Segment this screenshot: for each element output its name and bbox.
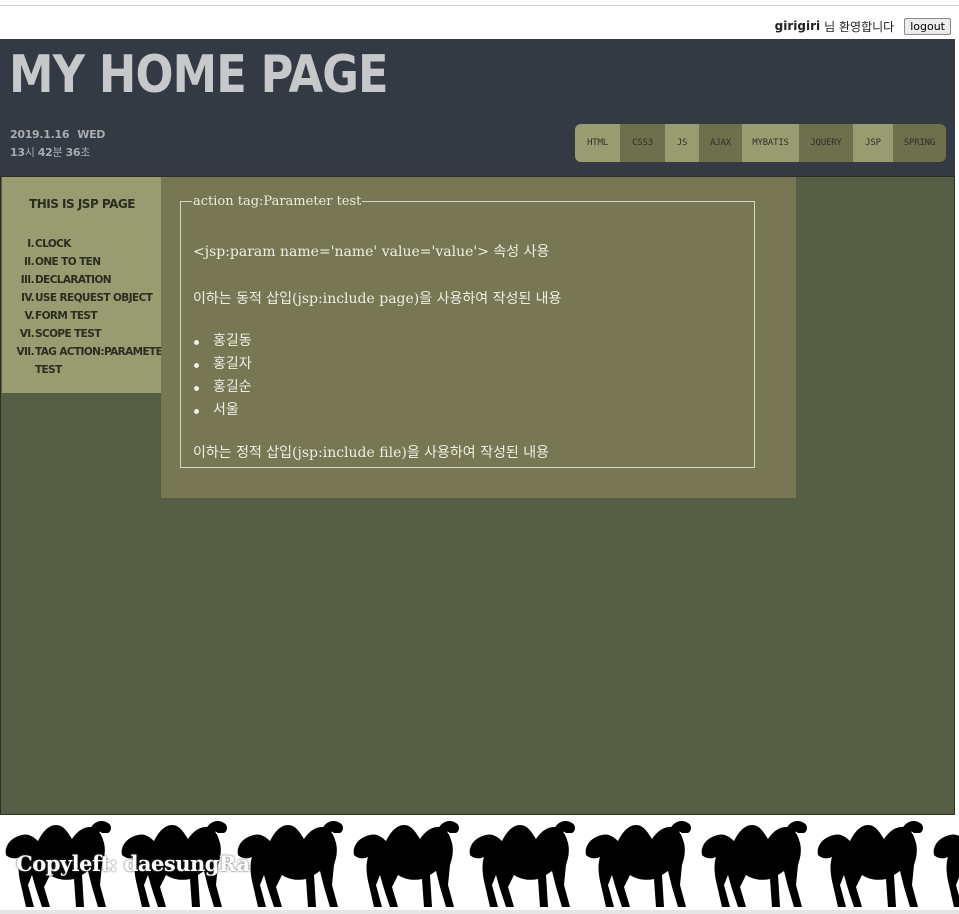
list-item: 홍길자 [193,353,744,376]
copyleft-text: Copyleft: daesungRa [16,851,250,876]
minute-unit: 분 [52,146,63,159]
sidebar-item-one-to-ten[interactable]: II. ONE TO TEN [2,253,162,271]
time-line: 13시 42분 36초 [10,144,105,160]
sidebar-item-number: III. [20,274,35,286]
date-value: 2019.1.16 [10,128,70,141]
sidebar-item-number [2,361,34,379]
sidebar: THIS IS JSP PAGE I. CLOCK II. ONE TO TEN I… [2,177,170,393]
site-title: MY HOME PAGE [9,45,389,105]
sidebar-item-label: DECLARATION [35,274,112,286]
sidebar-item-label: ONE TO TEN [35,256,101,268]
user-name: girigiri [774,19,821,33]
name-list: 홍길동 홍길자 홍길순 서울 [193,330,744,422]
sidebar-item-number: VI. [19,328,35,340]
page-footer: Copyleft: daesungRa [0,815,959,910]
sidebar-item-label: USE REQUEST OBJECT [35,292,153,304]
sidebar-item-tag-action-parameter-cont[interactable]: TEST [2,361,162,379]
sidebar-item-number: II. [23,256,35,268]
sidebar-item-label: CLOCK [35,238,71,250]
sidebar-item-form-test[interactable]: V. FORM TEST [2,307,162,325]
content-panel: action tag:Parameter test <jsp:param nam… [161,177,796,498]
page-header: MY HOME PAGE 2019.1.16 WED 13시 42분 36초 HT… [0,39,955,176]
fieldset-body: <jsp:param name='name' value='value'> 속성… [193,241,744,462]
sidebar-item-label: FORM TEST [35,310,98,322]
weekday-value: WED [77,128,106,141]
sidebar-item-clock[interactable]: I. CLOCK [2,235,162,253]
fieldset-legend: action tag:Parameter test [193,194,362,209]
dynamic-include-note: 이하는 동적 삽입(jsp:include page)을 사용하여 작성된 내용 [193,291,562,307]
list-item: 홍길순 [193,376,744,399]
sidebar-item-declaration[interactable]: III. DECLARATION [2,271,162,289]
sidebar-item-label: SCOPE TEST [35,328,101,340]
sidebar-item-number: VII. [16,346,34,358]
hour-value: 13 [10,146,25,159]
top-nav: HTML CSS3 JS AJAX MYBATIS JQUERY JSP SPR… [575,124,946,162]
second-unit: 초 [80,146,91,159]
sidebar-item-number: I. [27,238,34,250]
sidebar-item-scope-test[interactable]: VI. SCOPE TEST [2,325,162,343]
clock-display: 2019.1.16 WED 13시 42분 36초 [10,128,105,160]
main-area: THIS IS JSP PAGE I. CLOCK II. ONE TO TEN I… [0,176,955,815]
bottom-divider [0,910,959,914]
sidebar-item-number: IV. [21,292,34,304]
list-item: 서울 [193,399,744,422]
sidebar-item-tag-action-parameter[interactable]: VII. TAG ACTION:PARAMETER [2,343,170,361]
nav-item-jsp[interactable]: JSP [853,124,893,162]
sidebar-item-label: TEST [35,364,62,376]
nav-item-jquery[interactable]: JQUERY [799,124,853,162]
parameter-test-fieldset: action tag:Parameter test <jsp:param nam… [180,194,755,468]
nav-item-mybatis[interactable]: MYBATIS [742,124,799,162]
top-divider [0,5,959,6]
nav-item-css3[interactable]: CSS3 [620,124,665,162]
second-value: 36 [65,146,81,159]
logout-button[interactable]: logout [904,17,951,35]
sidebar-item-label: TAG ACTION:PARAMETER [35,346,170,358]
nav-item-spring[interactable]: SPRING [893,124,946,162]
nav-item-html[interactable]: HTML [575,124,620,162]
hour-unit: 시 [24,146,35,159]
nav-item-js[interactable]: JS [665,124,699,162]
sidebar-title: THIS IS JSP PAGE [29,197,135,211]
sidebar-menu: I. CLOCK II. ONE TO TEN III. DECLARATION IV… [2,235,170,379]
static-include-note: 이하는 정적 삽입(jsp:include file)을 사용하여 작성된 내용 [193,445,549,461]
minute-value: 42 [37,146,53,159]
welcome-text: 님 환영합니다 [824,19,895,34]
intro-text: <jsp:param name='name' value='value'> 속성… [193,244,550,260]
list-item: 홍길동 [193,330,744,353]
date-line: 2019.1.16 WED [10,128,105,141]
nav-item-ajax[interactable]: AJAX [699,124,742,162]
sidebar-item-use-request-object[interactable]: IV. USE REQUEST OBJECT [2,289,162,307]
sidebar-item-number: V. [24,310,34,322]
user-bar: girigiri 님 환영합니다 logout [775,16,951,36]
